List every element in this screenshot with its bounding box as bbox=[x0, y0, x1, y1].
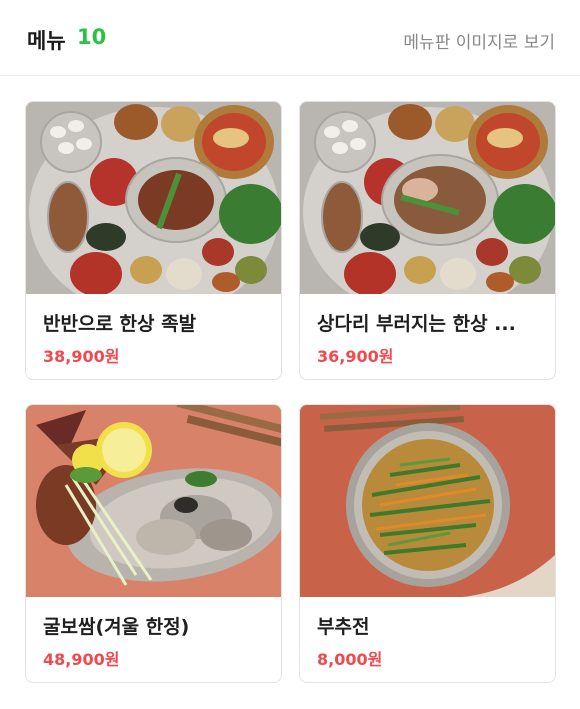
menu-item-price: 36,900원 bbox=[317, 347, 394, 366]
menu-item-name: 부추전 bbox=[317, 616, 370, 638]
menu-count: 10 bbox=[77, 25, 107, 49]
menu-card-jokbal-half[interactable]: 반반으로 한상 족발 38,900원 bbox=[25, 101, 282, 380]
menu-item-price: 8,000원 bbox=[317, 650, 383, 669]
food-photo bbox=[26, 102, 281, 294]
food-photo bbox=[300, 405, 555, 597]
menu-item-name: 상다리 부러지는 한상 ... bbox=[317, 313, 516, 335]
menu-item-price: 38,900원 bbox=[43, 347, 120, 366]
menu-card-chive-pancake[interactable]: 부추전 8,000원 bbox=[299, 404, 556, 683]
menu-header: 메뉴 10 메뉴판 이미지로 보기 bbox=[0, 0, 580, 76]
menu-card-jokbal-full[interactable]: 상다리 부러지는 한상 ... 36,900원 bbox=[299, 101, 556, 380]
menu-card-oyster-bossam[interactable]: 굴보쌈(겨울 한정) 48,900원 bbox=[25, 404, 282, 683]
view-menu-image-link[interactable]: 메뉴판 이미지로 보기 bbox=[403, 28, 555, 53]
menu-item-price: 48,900원 bbox=[43, 650, 120, 669]
menu-item-name: 굴보쌈(겨울 한정) bbox=[43, 616, 190, 638]
food-photo bbox=[300, 102, 555, 294]
menu-item-name: 반반으로 한상 족발 bbox=[43, 313, 197, 335]
food-photo bbox=[26, 405, 281, 597]
menu-title: 메뉴 bbox=[27, 29, 66, 53]
